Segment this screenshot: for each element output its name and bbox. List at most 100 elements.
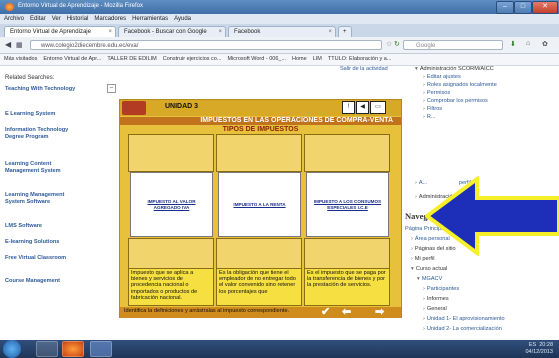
app-taskbar-icon[interactable]: [90, 341, 112, 357]
admin-item[interactable]: › Editar ajustes: [423, 74, 461, 80]
bookmark-item[interactable]: Construir ejercicios co...: [163, 56, 222, 62]
drop-zone[interactable]: [216, 238, 302, 272]
new-tab-button[interactable]: +: [338, 26, 352, 37]
menu-marcadores[interactable]: Marcadores: [94, 16, 126, 22]
bookmark-item[interactable]: Microsoft Word - 006_...: [227, 56, 286, 62]
nav-item[interactable]: › Unidad 2- La comercialización: [423, 326, 502, 332]
definition-draggable[interactable]: Impuesto que se aplica a bienes y servic…: [128, 268, 214, 306]
firefox-taskbar-icon[interactable]: [62, 341, 84, 357]
menu-bar: Archivo Editar Ver Historial Marcadores Herra…: [0, 14, 559, 24]
admin-item[interactable]: › Filtros: [423, 106, 442, 112]
menu-ayuda[interactable]: Ayuda: [174, 16, 191, 22]
admin-item[interactable]: ▾ Administración SCORM/AICC: [415, 66, 494, 72]
related-link[interactable]: Course Management: [5, 278, 85, 285]
menu-herramientas[interactable]: Herramientas: [132, 16, 168, 22]
definition-draggable[interactable]: Es la obligación que tiene el empleador …: [216, 268, 302, 306]
admin-item-label: Roles asignados localmente: [426, 82, 497, 88]
next-arrow-icon[interactable]: ➡: [375, 307, 384, 318]
clock-time: 20:28: [539, 342, 553, 348]
related-link[interactable]: Learning Management System Software: [5, 192, 85, 206]
related-link[interactable]: Learning Content Management System: [5, 161, 85, 175]
maximize-button[interactable]: □: [514, 1, 532, 14]
tax-card-iva: IMPUESTO AL VALOR AGREGADO IVA: [130, 172, 213, 237]
language-indicator[interactable]: ES: [529, 342, 536, 348]
bookmark-item[interactable]: TALLER DE EDILIM: [107, 56, 156, 62]
navigation-bar: ◀ ▦ www.colegio2diecembre.edu.ec/eva/ ☆ …: [0, 37, 559, 54]
related-searches-column: Related Searches: Teaching With Technolo…: [0, 66, 88, 340]
menu-ver[interactable]: Ver: [52, 16, 61, 22]
screen-icon[interactable]: ▭: [370, 101, 386, 114]
url-bar[interactable]: www.colegio2diecembre.edu.ec/eva/: [30, 40, 382, 50]
bookmark-item[interactable]: Home: [292, 56, 307, 62]
nav-item-label: Mi perfil: [414, 256, 435, 262]
tab-facebook-search[interactable]: Facebook - Buscar con Google ×: [118, 26, 226, 37]
bookmark-item[interactable]: Más visitados: [4, 56, 37, 62]
nav-item[interactable]: ▾ MGACV: [417, 276, 442, 282]
nav-item-label: Curso actual: [415, 266, 448, 272]
definition-draggable[interactable]: Es el impuesto que se paga por la transf…: [304, 268, 390, 306]
activity-instruction: Identifica la definiciones y arrástralas…: [124, 308, 290, 314]
related-link[interactable]: Free Virtual Classroom: [5, 255, 85, 262]
menu-historial[interactable]: Historial: [67, 16, 89, 22]
drop-zone[interactable]: [304, 134, 390, 172]
reload-icon[interactable]: ↻: [394, 40, 400, 48]
related-link[interactable]: LMS Software: [5, 223, 85, 230]
info-icon[interactable]: !: [342, 101, 355, 114]
tab-label: Entorno Virtual de Aprendizaje: [10, 29, 91, 35]
menu-archivo[interactable]: Archivo: [4, 16, 24, 22]
bookmark-item[interactable]: TTULO: Elaboración y a...: [328, 56, 392, 62]
nav-item-label: Informes: [426, 296, 449, 302]
tab-entorno[interactable]: Entorno Virtual de Aprendizaje ×: [4, 26, 116, 37]
activity-logo: [122, 101, 146, 115]
minimize-button[interactable]: –: [496, 1, 514, 14]
back-arrow-icon[interactable]: ⬅: [342, 307, 351, 318]
close-tab-icon[interactable]: ×: [328, 27, 332, 37]
collapse-icon[interactable]: –: [107, 84, 116, 93]
related-link[interactable]: E Learning System: [5, 111, 85, 118]
back-icon[interactable]: ◀: [5, 40, 11, 49]
start-button[interactable]: [3, 340, 21, 358]
bookmarks-bar: Más visitados Entorno Virtual de Apr... TA…: [0, 54, 559, 66]
exit-activity-link[interactable]: Salir de la actividad: [340, 66, 388, 72]
tab-facebook[interactable]: Facebook ×: [228, 26, 336, 37]
drop-zone[interactable]: [216, 134, 302, 172]
nav-item[interactable]: › Mi perfil: [411, 256, 434, 262]
sound-icon[interactable]: ◀: [356, 101, 369, 114]
related-link[interactable]: Information Technology Degree Program: [5, 127, 85, 141]
drop-zone[interactable]: [128, 238, 214, 272]
nav-item[interactable]: ▾ Curso actual: [411, 266, 447, 272]
search-placeholder: Google: [416, 43, 436, 49]
admin-item-label: R...: [426, 114, 436, 120]
admin-item[interactable]: › Roles asignados localmente: [423, 82, 497, 88]
nav-item[interactable]: › General: [423, 306, 447, 312]
related-link[interactable]: E-learning Solutions: [5, 239, 85, 246]
page-menu-icon[interactable]: ▦: [16, 41, 23, 49]
activity-subtitle: TIPOS DE IMPUESTOS: [222, 126, 299, 133]
bookmark-item[interactable]: LIM: [313, 56, 322, 62]
menu-editar[interactable]: Editar: [30, 16, 46, 22]
related-searches-title: Related Searches:: [5, 75, 55, 81]
close-tab-icon[interactable]: ×: [218, 27, 222, 37]
admin-item[interactable]: › Permisos: [423, 90, 450, 96]
admin-item[interactable]: › R...: [423, 114, 436, 120]
search-input[interactable]: Google: [403, 40, 503, 50]
bookmark-star-icon[interactable]: ☆: [386, 40, 392, 48]
nav-item[interactable]: › Participantes: [423, 286, 459, 292]
admin-item-label: Permisos: [426, 90, 451, 96]
download-icon[interactable]: ⬇: [510, 40, 516, 48]
nav-item[interactable]: › Informes: [423, 296, 449, 302]
drop-zone[interactable]: [128, 134, 214, 172]
addon-icon[interactable]: ✿: [542, 40, 548, 48]
related-link[interactable]: Teaching With Technology: [5, 86, 85, 93]
close-button[interactable]: ✕: [532, 1, 558, 14]
admin-item[interactable]: › Comprobar los permisos: [423, 98, 488, 104]
drop-zone[interactable]: [304, 238, 390, 272]
nav-item[interactable]: › Unidad 1- El aprovisionamiento: [423, 316, 505, 322]
check-icon[interactable]: ✔: [321, 307, 330, 318]
bookmark-item[interactable]: Entorno Virtual de Apr...: [43, 56, 101, 62]
explorer-taskbar-icon[interactable]: [36, 341, 58, 357]
window-title: Entorno Virtual de Aprendizaje - Mozilla…: [18, 3, 143, 9]
close-tab-icon[interactable]: ×: [108, 27, 112, 37]
home-icon[interactable]: ⌂: [526, 40, 530, 47]
nav-item-label: Participantes: [426, 286, 460, 292]
